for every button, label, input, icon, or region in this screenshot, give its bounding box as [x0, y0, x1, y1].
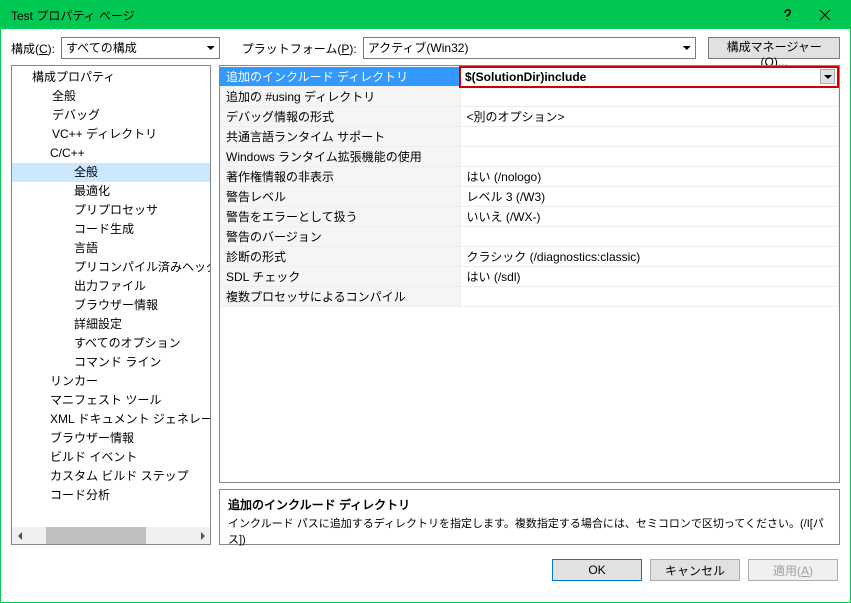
tree-item[interactable]: ビルド イベント — [12, 448, 210, 467]
grid-row[interactable]: 警告レベルレベル 3 (/W3) — [220, 187, 838, 207]
tree-cpp-child[interactable]: コマンド ライン — [12, 353, 210, 372]
close-button[interactable] — [806, 1, 844, 29]
grid-value[interactable]: クラシック (/diagnostics:classic) — [460, 247, 838, 267]
tree-root[interactable]: 構成プロパティ — [12, 68, 210, 87]
tree-item[interactable]: コード分析 — [12, 486, 210, 505]
grid-label: 追加の #using ディレクトリ — [220, 87, 460, 107]
config-tree[interactable]: 構成プロパティ全般デバッグVC++ ディレクトリC/C++全般最適化プリプロセッ… — [12, 66, 210, 507]
toolbar: 構成(C): すべての構成 プラットフォーム(P): アクティブ(Win32) … — [1, 29, 850, 65]
content-area: 構成プロパティ全般デバッグVC++ ディレクトリC/C++全般最適化プリプロセッ… — [1, 65, 850, 553]
tree-cpp-child[interactable]: プリプロセッサ — [12, 201, 210, 220]
help-button[interactable] — [768, 1, 806, 29]
config-label: 構成(C): — [11, 40, 55, 57]
right-panel: 追加のインクルード ディレクトリ$(SolutionDir)include追加の… — [219, 65, 840, 545]
grid-value[interactable]: はい (/sdl) — [460, 267, 838, 287]
scroll-thumb[interactable] — [46, 527, 146, 544]
grid-label: 警告のバージョン — [220, 227, 460, 247]
grid-row[interactable]: 警告のバージョン — [220, 227, 838, 247]
grid-label: デバッグ情報の形式 — [220, 107, 460, 127]
grid-label: 共通言語ランタイム サポート — [220, 127, 460, 147]
cancel-button[interactable]: キャンセル — [650, 559, 740, 581]
tree-cpp-child[interactable]: 言語 — [12, 239, 210, 258]
platform-label: プラットフォーム(P): — [242, 40, 357, 57]
grid-value[interactable] — [460, 227, 838, 247]
tree-cpp-child[interactable]: 出力ファイル — [12, 277, 210, 296]
tree-item[interactable]: VC++ ディレクトリ — [12, 125, 210, 144]
close-icon — [819, 9, 831, 21]
grid-row[interactable]: 追加のインクルード ディレクトリ$(SolutionDir)include — [220, 67, 838, 87]
grid-row[interactable]: デバッグ情報の形式<別のオプション> — [220, 107, 838, 127]
grid-row[interactable]: 複数プロセッサによるコンパイル — [220, 287, 838, 307]
config-manager-button[interactable]: 構成マネージャー(O)... — [708, 37, 840, 59]
grid-value[interactable]: いいえ (/WX-) — [460, 207, 838, 227]
grid-label: 追加のインクルード ディレクトリ — [220, 67, 460, 87]
description-title: 追加のインクルード ディレクトリ — [228, 496, 831, 513]
property-grid: 追加のインクルード ディレクトリ$(SolutionDir)include追加の… — [219, 65, 840, 483]
footer: OK キャンセル 適用(A) — [1, 553, 850, 589]
grid-value[interactable]: レベル 3 (/W3) — [460, 187, 838, 207]
tree-item[interactable]: カスタム ビルド ステップ — [12, 467, 210, 486]
scroll-right-icon[interactable] — [193, 527, 210, 544]
tree-item[interactable]: マニフェスト ツール — [12, 391, 210, 410]
grid-row[interactable]: SDL チェックはい (/sdl) — [220, 267, 838, 287]
grid-label: SDL チェック — [220, 267, 460, 287]
platform-select[interactable]: アクティブ(Win32) — [363, 37, 697, 59]
tree-hscroll[interactable] — [12, 527, 210, 544]
tree-item[interactable]: リンカー — [12, 372, 210, 391]
tree-cpp-child[interactable]: コード生成 — [12, 220, 210, 239]
grid-row[interactable]: 著作権情報の非表示はい (/nologo) — [220, 167, 838, 187]
window-title: Test プロパティ ページ — [11, 7, 768, 24]
grid-value[interactable] — [460, 147, 838, 167]
tree-cpp-child[interactable]: 最適化 — [12, 182, 210, 201]
grid-row[interactable]: 警告をエラーとして扱ういいえ (/WX-) — [220, 207, 838, 227]
scroll-left-icon[interactable] — [12, 527, 29, 544]
tree-cpp-child[interactable]: すべてのオプション — [12, 334, 210, 353]
description-panel: 追加のインクルード ディレクトリ インクルード パスに追加するディレクトリを指定… — [219, 489, 840, 545]
tree-cpp-child[interactable]: 詳細設定 — [12, 315, 210, 334]
grid-row[interactable]: Windows ランタイム拡張機能の使用 — [220, 147, 838, 167]
titlebar: Test プロパティ ページ — [1, 1, 850, 29]
grid-label: 著作権情報の非表示 — [220, 167, 460, 187]
grid-value[interactable] — [460, 287, 838, 307]
ok-button[interactable]: OK — [552, 559, 642, 581]
help-icon — [781, 9, 793, 21]
tree-cpp-child[interactable]: ブラウザー情報 — [12, 296, 210, 315]
tree-cpp[interactable]: C/C++ — [12, 144, 210, 163]
grid-value[interactable] — [460, 87, 838, 107]
tree-cpp-child[interactable]: 全般 — [12, 163, 210, 182]
grid-value[interactable]: <別のオプション> — [460, 107, 838, 127]
tree-panel: 構成プロパティ全般デバッグVC++ ディレクトリC/C++全般最適化プリプロセッ… — [11, 65, 211, 545]
grid-label: 診断の形式 — [220, 247, 460, 267]
tree-item[interactable]: 全般 — [12, 87, 210, 106]
grid-value[interactable]: はい (/nologo) — [460, 167, 838, 187]
config-select[interactable]: すべての構成 — [61, 37, 220, 59]
grid-label: 複数プロセッサによるコンパイル — [220, 287, 460, 307]
grid-label: 警告をエラーとして扱う — [220, 207, 460, 227]
grid-row[interactable]: 診断の形式クラシック (/diagnostics:classic) — [220, 247, 838, 267]
grid-row[interactable]: 追加の #using ディレクトリ — [220, 87, 838, 107]
apply-button[interactable]: 適用(A) — [748, 559, 838, 581]
grid-value[interactable] — [460, 127, 838, 147]
tree-item[interactable]: デバッグ — [12, 106, 210, 125]
description-body: インクルード パスに追加するディレクトリを指定します。複数指定する場合には、セミ… — [228, 515, 831, 547]
grid-row[interactable]: 共通言語ランタイム サポート — [220, 127, 838, 147]
grid-label: 警告レベル — [220, 187, 460, 207]
grid-value[interactable]: $(SolutionDir)include — [460, 67, 838, 87]
tree-item[interactable]: XML ドキュメント ジェネレーター — [12, 410, 210, 429]
tree-item[interactable]: ブラウザー情報 — [12, 429, 210, 448]
dropdown-icon[interactable] — [820, 69, 835, 84]
grid-label: Windows ランタイム拡張機能の使用 — [220, 147, 460, 167]
tree-cpp-child[interactable]: プリコンパイル済みヘッダー — [12, 258, 210, 277]
